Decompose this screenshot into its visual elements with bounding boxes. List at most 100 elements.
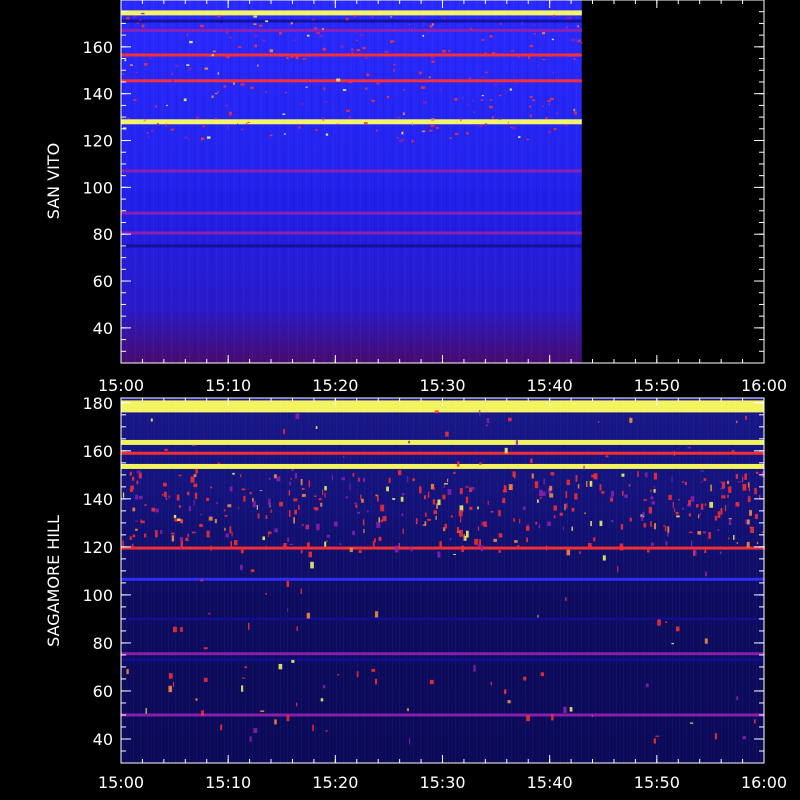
- san-vito-speck: [302, 58, 306, 60]
- sagamore-hill-speck: [450, 515, 453, 518]
- san-vito-speck: [336, 78, 341, 82]
- sagamore-hill-speck: [563, 706, 567, 713]
- sagamore-hill-speck: [392, 498, 396, 500]
- sagamore-hill-speck: [415, 518, 418, 525]
- san-vito-speck: [511, 50, 514, 52]
- san-vito-speck: [528, 105, 532, 108]
- san-vito-speck: [170, 128, 175, 131]
- sagamore-hill-speck: [477, 526, 480, 531]
- sagamore-hill-speck: [550, 472, 555, 476]
- sagamore-hill-speck: [231, 531, 233, 537]
- sagamore-hill-speck: [363, 477, 366, 483]
- sagamore-hill-speck: [519, 518, 521, 524]
- san-vito-speck: [411, 140, 414, 143]
- sagamore-hill-speck: [131, 476, 135, 481]
- sagamore-hill-speck: [742, 483, 747, 491]
- san-vito-speck: [290, 55, 294, 58]
- san-vito-speck: [130, 64, 133, 67]
- sagamore-hill-speck: [208, 516, 213, 521]
- sagamore-hill-speck: [698, 514, 700, 519]
- sagamore-hill-speck: [313, 495, 317, 497]
- san-vito-speck: [121, 79, 124, 82]
- sagamore-hill-speck: [401, 513, 404, 516]
- sagamore-hill-speck: [587, 543, 592, 550]
- sagamore-hill-speck: [195, 698, 198, 701]
- sagamore-hill-speck: [374, 611, 379, 618]
- san-vito-speck: [529, 44, 533, 48]
- sagamore-hill-speck: [439, 541, 442, 549]
- sagamore-hill-speck: [378, 536, 382, 541]
- san-vito-speck: [356, 48, 361, 52]
- san-vito-speck: [448, 50, 451, 52]
- sagamore-hill-speck: [465, 496, 469, 504]
- san-vito-speck: [430, 125, 435, 127]
- san-vito-speck: [529, 96, 533, 98]
- sagamore-hill-speck: [522, 506, 526, 510]
- san-vito-speck: [143, 119, 146, 122]
- sagamore-hill-speck: [675, 626, 680, 632]
- sagamore-hill-speck: [398, 542, 401, 549]
- san-vito-band: [121, 231, 582, 235]
- sagamore-hill-speck: [386, 486, 389, 492]
- sagamore-hill-speck: [572, 403, 576, 405]
- sagamore-hill-speck: [276, 476, 281, 482]
- san-vito-speck: [250, 86, 254, 89]
- sagamore-hill-speck: [624, 494, 628, 498]
- san-vito-speck: [228, 111, 232, 115]
- sagamore-hill-band: [121, 577, 764, 581]
- san-vito-speck: [430, 56, 435, 59]
- san-vito-speck: [212, 50, 216, 53]
- san-vito-speck: [306, 34, 310, 37]
- sagamore-hill-xtick-label: 15:00: [98, 773, 144, 792]
- sagamore-hill-speck: [737, 481, 742, 483]
- san-vito-speck: [573, 108, 576, 112]
- sagamore-hill-speck: [702, 531, 707, 534]
- sagamore-hill-speck: [419, 486, 422, 494]
- sagamore-hill-speck: [676, 515, 680, 518]
- sagamore-hill-speck: [703, 478, 707, 481]
- sagamore-hill-speck: [537, 614, 539, 618]
- sagamore-hill-speck: [227, 504, 232, 508]
- sagamore-hill-speck: [749, 526, 754, 528]
- sagamore-hill-speck: [193, 500, 195, 506]
- san-vito-speck: [233, 82, 236, 85]
- san-vito-speck: [577, 39, 581, 43]
- san-vito-speck: [431, 118, 435, 121]
- sagamore-hill-speck: [549, 485, 553, 491]
- sagamore-hill-speck: [155, 535, 158, 538]
- san-vito-speck: [323, 87, 326, 91]
- san-vito-speck: [518, 136, 521, 139]
- san-vito-speck: [160, 23, 162, 26]
- san-vito-speck: [473, 111, 475, 113]
- san-vito-speck: [393, 29, 395, 32]
- san-vito-speck: [284, 133, 286, 136]
- sagamore-hill-speck: [372, 541, 375, 547]
- sagamore-hill-speck: [527, 523, 529, 527]
- sagamore-hill-speck: [551, 713, 554, 721]
- sagamore-hill-speck: [288, 490, 291, 496]
- sagamore-hill-speck: [690, 496, 695, 502]
- sagamore-hill-speck: [619, 543, 624, 551]
- sagamore-hill-xtick-label: 15:40: [527, 773, 573, 792]
- san-vito-speck: [528, 56, 530, 60]
- san-vito-speck: [366, 73, 370, 77]
- sagamore-hill-speck: [542, 491, 546, 496]
- sagamore-hill-speck: [745, 415, 747, 420]
- sagamore-hill-speck: [504, 690, 506, 695]
- sagamore-hill-speck: [445, 431, 449, 437]
- san-vito-speck: [253, 23, 257, 25]
- sagamore-hill-speck: [129, 471, 132, 476]
- san-vito-speck: [301, 103, 304, 106]
- san-vito-speck: [386, 95, 390, 99]
- san-vito-speck: [141, 24, 145, 28]
- san-vito-speck: [376, 82, 380, 85]
- sagamore-hill-speck: [289, 543, 294, 546]
- sagamore-hill-speck: [135, 528, 138, 531]
- sagamore-hill-speck: [178, 505, 181, 508]
- sagamore-hill-speck: [250, 569, 255, 573]
- sagamore-hill-speck: [645, 683, 649, 688]
- san-vito-speck: [491, 116, 494, 120]
- sagamore-hill-xtick-label: 15:10: [205, 773, 251, 792]
- sagamore-hill-speck: [502, 489, 507, 493]
- san-vito-speck: [290, 24, 293, 26]
